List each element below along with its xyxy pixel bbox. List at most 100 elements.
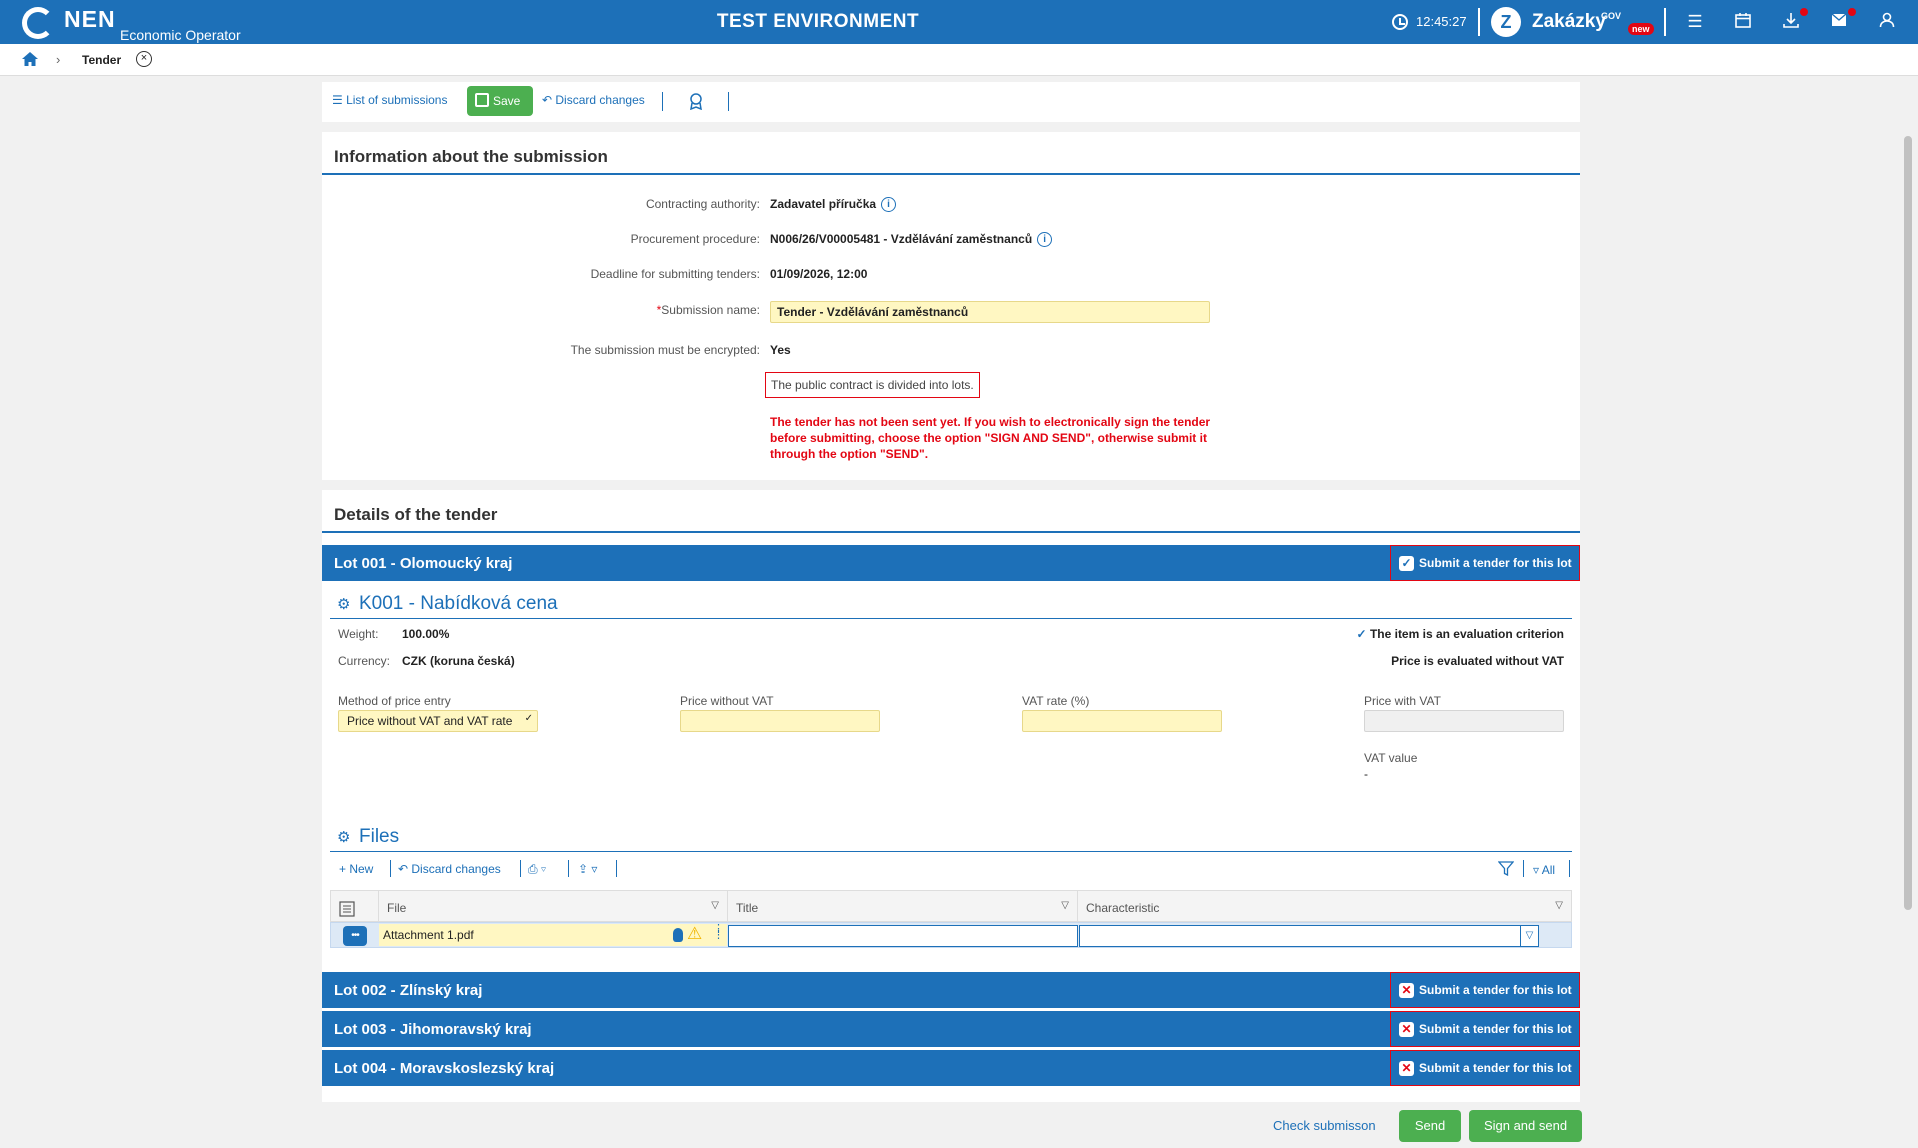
vat-value-label: VAT value: [1364, 751, 1418, 765]
export-icon: ⇪: [578, 862, 589, 876]
breadcrumb: › Tender ×: [0, 44, 1918, 76]
divider: [1478, 8, 1480, 36]
action-toolbar: ☰ List of submissions Save ↶ Discard cha…: [322, 82, 1580, 122]
sort-icon[interactable]: ▽: [1555, 900, 1563, 911]
lots-notice: The public contract is divided into lots…: [765, 372, 980, 398]
checkbox-label: Submit a tender for this lot: [1419, 983, 1572, 997]
discard-changes-link[interactable]: ↶ Discard changes: [542, 93, 645, 107]
sign-and-send-button[interactable]: Sign and send: [1469, 1110, 1582, 1142]
checkbox-checked-icon[interactable]: ✓: [1399, 556, 1414, 572]
vat-rate-input[interactable]: [1022, 710, 1222, 732]
print-menu[interactable]: ⎙ ▿: [528, 862, 546, 877]
sort-icon[interactable]: ▽: [711, 900, 719, 911]
divider: [520, 860, 521, 877]
method-select[interactable]: Price without VAT and VAT rate ✓: [338, 710, 538, 732]
file-cell[interactable]: Attachment 1.pdf: [379, 924, 667, 946]
chevron-down-icon: ✓: [524, 713, 533, 724]
list-of-submissions-link[interactable]: ☰ List of submissions: [332, 93, 447, 107]
weight-label: Weight:: [338, 627, 379, 641]
field-label: Contracting authority:: [645, 197, 760, 211]
submit-lot-checkbox[interactable]: ✕ Submit a tender for this lot: [1390, 972, 1580, 1008]
zakazky-link[interactable]: Zakázky: [1532, 11, 1606, 33]
certificate-icon[interactable]: [688, 92, 704, 113]
divider: [568, 860, 569, 877]
menu-icon[interactable]: ☰: [1684, 12, 1706, 32]
characteristic-select[interactable]: ▽: [1079, 925, 1539, 947]
environment-title: TEST ENVIRONMENT: [716, 11, 920, 32]
lot-header[interactable]: Lot 001 - Olomoucký kraj ✓ Submit a tende…: [322, 545, 1580, 581]
sort-icon[interactable]: ▽: [1061, 900, 1069, 911]
column-settings-icon[interactable]: [331, 891, 379, 923]
drag-handle-icon[interactable]: ⋮ ⋮: [713, 924, 724, 941]
save-button[interactable]: Save: [467, 86, 533, 116]
scrollbar-thumb[interactable]: [1904, 136, 1912, 910]
calendar-icon[interactable]: [1732, 12, 1754, 32]
section-title: Details of the tender: [334, 505, 498, 524]
discard-label: Discard changes: [555, 93, 645, 107]
vat-rate-label: VAT rate (%): [1022, 694, 1090, 708]
field-label: *Submission name:: [656, 303, 760, 317]
submit-lot-checkbox[interactable]: ✕ Submit a tender for this lot: [1390, 1050, 1580, 1086]
check-submission-link[interactable]: Check submisson: [1273, 1118, 1376, 1133]
checkbox-unchecked-icon[interactable]: ✕: [1399, 983, 1414, 999]
lot-header[interactable]: Lot 003 - Jihomoravský kraj ✕ Submit a te…: [322, 1011, 1580, 1047]
chevron-down-icon[interactable]: ▽: [1520, 926, 1538, 946]
puzzle-icon: ⚙: [337, 829, 351, 846]
lot-title: Lot 002 - Zlínský kraj: [334, 982, 483, 999]
download-icon[interactable]: [1780, 12, 1802, 32]
submit-lot-checkbox[interactable]: ✕ Submit a tender for this lot: [1390, 1011, 1580, 1047]
info-icon[interactable]: i: [1037, 232, 1053, 248]
checkbox-unchecked-icon[interactable]: ✕: [1399, 1061, 1414, 1077]
file-status-cell: ⚠ ⋮ ⋮: [667, 924, 727, 946]
submit-lot-checkbox[interactable]: ✓ Submit a tender for this lot: [1390, 545, 1580, 581]
check-icon: ✓: [1356, 627, 1370, 641]
table-row[interactable]: ••• Attachment 1.pdf ⚠ ⋮ ⋮ ▽: [330, 922, 1572, 948]
column-header-file[interactable]: File ▽: [379, 891, 728, 923]
export-menu[interactable]: ⇪ ▿: [578, 862, 597, 876]
checkbox-label: Submit a tender for this lot: [1419, 556, 1572, 570]
lot-title: Lot 003 - Jihomoravský kraj: [334, 1021, 532, 1038]
price-with-vat-input: [1364, 710, 1564, 732]
mail-icon[interactable]: [1828, 12, 1850, 32]
lot-header[interactable]: Lot 004 - Moravskoslezský kraj ✕ Submit a…: [322, 1050, 1580, 1086]
submission-name-input[interactable]: Tender - Vzdělávání zaměstnanců: [770, 301, 1210, 323]
price-without-vat-input[interactable]: [680, 710, 880, 732]
column-header-title[interactable]: Title ▽: [728, 891, 1078, 923]
column-header-characteristic[interactable]: Characteristic ▽: [1078, 891, 1571, 923]
new-file-button[interactable]: + New: [339, 862, 373, 876]
lot-header[interactable]: Lot 002 - Zlínský kraj ✕ Submit a tender …: [322, 972, 1580, 1008]
chevron-right-icon: ›: [56, 52, 61, 67]
method-label: Method of price entry: [338, 694, 451, 708]
criterion-heading: ⚙ K001 - Nabídková cena: [337, 593, 558, 615]
new-badge: new: [1628, 23, 1654, 35]
files-heading: ⚙ Files: [337, 826, 399, 848]
zakazky-logo-icon[interactable]: Z: [1491, 7, 1521, 37]
checkbox-unchecked-icon[interactable]: ✕: [1399, 1022, 1414, 1038]
title-cell-input[interactable]: [728, 925, 1078, 947]
undo-icon: ↶: [542, 93, 556, 107]
plus-icon: +: [339, 862, 350, 876]
warning-message: The tender has not been sent yet. If you…: [770, 415, 1211, 461]
deadline-value: 01/09/2026, 12:00: [770, 267, 868, 281]
all-filter-select[interactable]: ▿ All: [1533, 863, 1555, 877]
breadcrumb-current[interactable]: Tender: [82, 53, 121, 67]
divider: [330, 851, 1572, 852]
field-label: The submission must be encrypted:: [570, 343, 760, 357]
notification-dot: [1800, 8, 1808, 16]
close-tab-icon[interactable]: ×: [136, 51, 152, 67]
price-without-vat-label: Price without VAT: [680, 694, 774, 708]
filter-icon[interactable]: [1497, 861, 1515, 879]
method-select-value: Price without VAT and VAT rate: [347, 714, 513, 728]
files-discard-button[interactable]: ↶ Discard changes: [398, 862, 501, 876]
currency-value: CZK (koruna česká): [402, 654, 515, 668]
home-icon[interactable]: [21, 51, 39, 67]
procedure-value: N006/26/V00005481 - Vzdělávání zaměstnan…: [770, 232, 1053, 248]
submission-info-panel: Information about the submission Contrac…: [322, 132, 1580, 480]
notification-dot: [1848, 8, 1856, 16]
info-icon[interactable]: i: [881, 197, 897, 213]
user-icon[interactable]: [1876, 12, 1898, 32]
row-actions-icon[interactable]: •••: [343, 926, 367, 946]
lot-title: Lot 001 - Olomoucký kraj: [334, 555, 513, 572]
send-button[interactable]: Send: [1399, 1110, 1461, 1142]
divider: [1523, 860, 1524, 877]
